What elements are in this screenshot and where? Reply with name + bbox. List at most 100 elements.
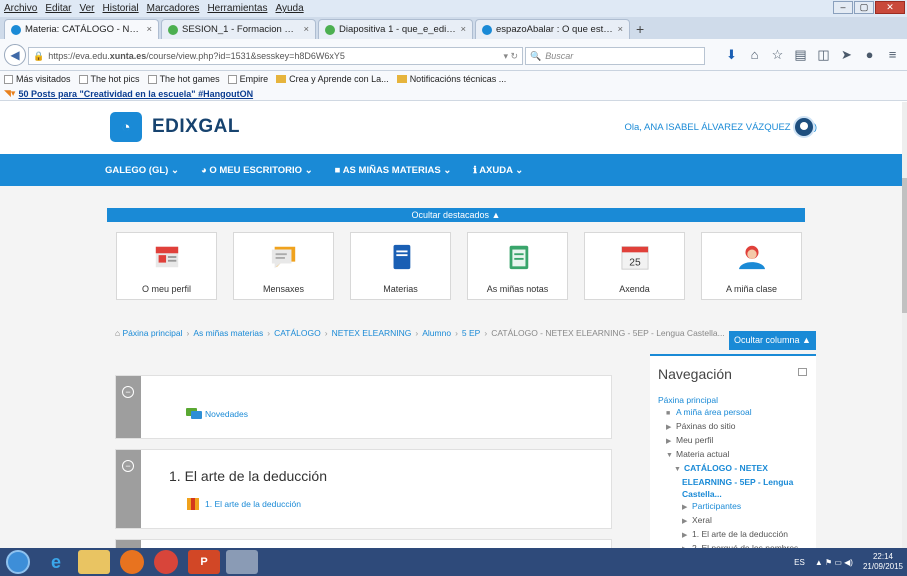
hide-column-button[interactable]: Ocultar columna ▲ — [729, 331, 816, 350]
tile-1[interactable]: Mensaxes — [233, 232, 334, 300]
breadcrumb-item[interactable]: Alumno — [422, 328, 451, 338]
main-nav-label: AS MIÑAS MATERIAS ⌄ — [342, 164, 452, 176]
collapse-icon[interactable]: − — [122, 460, 134, 472]
bookmark-star-icon[interactable]: ☆ — [766, 47, 789, 63]
browser-tab[interactable]: SESION_1 - Formacion EDI... × — [161, 19, 316, 39]
bookmark-rss-link[interactable]: 50 Posts para "Creatividad en la escuela… — [18, 89, 253, 99]
paint-icon[interactable] — [226, 550, 258, 574]
bookmark-item[interactable]: Más visitados — [4, 74, 71, 84]
bookmark-item[interactable]: Crea y Aprende con La... — [276, 74, 389, 84]
nav-tree-item[interactable]: ■ A miña área persoal — [658, 406, 813, 420]
tile-4[interactable]: 25 Axenda — [584, 232, 685, 300]
activity-link[interactable]: Novedades — [186, 408, 248, 420]
bookmark-item[interactable]: Empire — [227, 74, 268, 84]
browser-tab[interactable]: Materia: CATÁLOGO - NET... × — [4, 19, 159, 39]
browser-tab[interactable]: Diapositiva 1 - que_e_edixg... × — [318, 19, 473, 39]
nav-tree-item[interactable]: ▶ 1. El arte de la deducción — [658, 528, 813, 542]
chrome-icon[interactable] — [154, 550, 178, 574]
new-tab-button[interactable]: + — [636, 21, 644, 39]
language-indicator[interactable]: ES — [794, 558, 805, 567]
tile-label: Mensaxes — [262, 284, 305, 294]
menu-item-3[interactable]: Historial — [103, 3, 139, 14]
search-input[interactable]: 🔍 Buscar — [525, 47, 705, 65]
tile-label: O meu perfil — [141, 284, 192, 294]
menu-item-1[interactable]: Editar — [45, 3, 71, 14]
browser-tab[interactable]: espazoAbalar : O que está ... × — [475, 19, 630, 39]
tab-close-icon[interactable]: × — [617, 24, 623, 35]
tray-icons[interactable]: ▲ ⚑ ▭ ◀) — [815, 558, 853, 567]
start-button[interactable] — [6, 550, 30, 574]
firefox-icon[interactable] — [120, 550, 144, 574]
breadcrumb-item[interactable]: 5 EP — [462, 328, 480, 338]
nav-tree-item[interactable]: ▶ Participantes — [658, 500, 813, 514]
breadcrumb: ⌂ Páxina principal › As miñas materias › CAT… — [115, 328, 725, 338]
activity-label: 1. El arte de la deducción — [205, 499, 301, 509]
main-nav-item-3[interactable]: ℹ AXUDA ⌄ — [473, 165, 523, 176]
page-icon — [78, 74, 88, 84]
nav-tree-item[interactable]: ▶ Meu perfil — [658, 434, 813, 448]
breadcrumb-item[interactable]: Páxina principal — [123, 328, 183, 338]
address-bar[interactable]: 🔒 https://eva.edu. xunta.es/course/view.p… — [28, 47, 523, 65]
tile-label: A miña clase — [725, 284, 778, 294]
menu-item-4[interactable]: Marcadores — [147, 3, 200, 14]
breadcrumb-item[interactable]: CATÁLOGO — [274, 328, 321, 338]
block-collapse-icon[interactable] — [798, 368, 807, 376]
bookmark-item[interactable]: The hot games — [147, 74, 220, 84]
search-placeholder: Buscar — [545, 51, 574, 61]
reload-icon[interactable]: ▾ ↻ — [503, 51, 518, 62]
minimize-button[interactable]: – — [833, 1, 853, 14]
home-icon[interactable]: ⌂ — [743, 47, 766, 63]
chat-icon[interactable]: ● — [858, 47, 881, 63]
bookmark-item[interactable]: Notificacións técnicas ... — [396, 74, 506, 84]
site-logo[interactable]: ◔ EDIXGAL — [110, 112, 240, 142]
nav-tree-item[interactable]: ▶ Páxinas do sitio — [658, 420, 813, 434]
menu-icon[interactable]: ≡ — [881, 47, 904, 63]
main-nav-item-0[interactable]: GALEGO (GL) ⌄ — [105, 165, 179, 176]
tab-close-icon[interactable]: × — [146, 24, 152, 35]
hide-highlights-button[interactable]: Ocultar destacados ▲ — [107, 208, 805, 222]
close-window-button[interactable]: ✕ — [875, 1, 905, 14]
tile-3[interactable]: As miñas notas — [467, 232, 568, 300]
nav-tree-item[interactable]: Castella... — [658, 488, 813, 500]
nav-tree-item[interactable]: Páxina principal — [658, 394, 813, 406]
maximize-button[interactable]: ▢ — [854, 1, 874, 14]
nav-tree-label: A miña área persoal — [676, 407, 752, 417]
tile-2[interactable]: Materias — [350, 232, 451, 300]
page-scrollbar[interactable] — [902, 102, 907, 548]
tile-5[interactable]: A miña clase — [701, 232, 802, 300]
url-prefix: https://eva.edu. — [48, 51, 110, 61]
menu-item-0[interactable]: Archivo — [4, 3, 37, 14]
nav-tree-item[interactable]: ▼ Materia actual — [658, 448, 813, 462]
clock[interactable]: 22:14 21/09/2015 — [863, 552, 903, 572]
menu-item-2[interactable]: Ver — [79, 3, 94, 14]
breadcrumb-item[interactable]: NETEX ELEARNING — [332, 328, 412, 338]
bookmarks-list-icon[interactable]: ▤ — [789, 47, 812, 63]
collapse-icon[interactable]: − — [122, 386, 134, 398]
user-greeting[interactable]: Ola, ANA ISABEL ÁLVAREZ VÁZQUEZ (Saír) — [624, 122, 817, 133]
nav-tree-item[interactable]: ▼ CATÁLOGO - NETEX — [658, 462, 813, 476]
download-icon[interactable]: ⬇ — [720, 47, 743, 63]
nav-tree-item[interactable]: ▶ Xeral — [658, 514, 813, 528]
menu-item-6[interactable]: Ayuda — [275, 3, 303, 14]
breadcrumb-item[interactable]: As miñas materias — [193, 328, 263, 338]
nav-tree-label: Páxinas do sitio — [676, 421, 736, 431]
menu-item-5[interactable]: Herramientas — [207, 3, 267, 14]
nav-tree-item[interactable]: ELEARNING - 5EP - Lengua — [658, 476, 813, 488]
tile-0[interactable]: O meu perfil — [116, 232, 217, 300]
tab-close-icon[interactable]: × — [460, 24, 466, 35]
pocket-icon[interactable]: ◫ — [812, 47, 835, 63]
send-icon[interactable]: ➤ — [835, 47, 858, 63]
bookmark-item[interactable]: The hot pics — [78, 74, 140, 84]
main-nav-item-1[interactable]: ◕ O MEU ESCRITORIO ⌄ — [201, 165, 313, 176]
avatar[interactable] — [793, 116, 815, 138]
activity-link[interactable]: 1. El arte de la deducción — [186, 498, 301, 510]
back-button[interactable]: ◀ — [4, 44, 26, 66]
toolbar-icons: ⬇ ⌂ ☆ ▤ ◫ ➤ ● ≡ — [720, 47, 904, 63]
main-nav-item-2[interactable]: ■ AS MIÑAS MATERIAS ⌄ — [335, 165, 452, 176]
ie-icon[interactable]: e — [40, 550, 72, 574]
tab-close-icon[interactable]: × — [303, 24, 309, 35]
scrollbar-thumb[interactable] — [902, 178, 907, 313]
explorer-icon[interactable] — [78, 550, 110, 574]
breadcrumb-separator: › — [455, 328, 458, 338]
powerpoint-icon[interactable]: P — [188, 550, 220, 574]
